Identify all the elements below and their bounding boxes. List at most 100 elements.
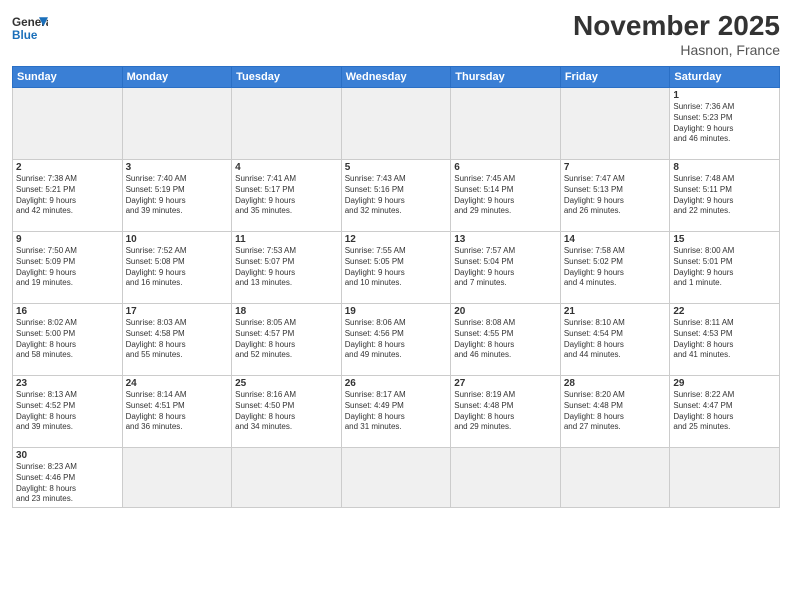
table-row: 2Sunrise: 7:38 AM Sunset: 5:21 PM Daylig… <box>13 160 123 232</box>
day-number: 24 <box>126 378 229 389</box>
day-number: 10 <box>126 234 229 245</box>
header: General Blue November 2025 Hasnon, Franc… <box>12 10 780 58</box>
table-row: 13Sunrise: 7:57 AM Sunset: 5:04 PM Dayli… <box>451 232 561 304</box>
day-number: 29 <box>673 378 776 389</box>
table-row: 12Sunrise: 7:55 AM Sunset: 5:05 PM Dayli… <box>341 232 451 304</box>
day-info: Sunrise: 8:10 AM Sunset: 4:54 PM Dayligh… <box>564 318 667 361</box>
table-row: 16Sunrise: 8:02 AM Sunset: 5:00 PM Dayli… <box>13 304 123 376</box>
calendar-header-row: Sunday Monday Tuesday Wednesday Thursday… <box>13 67 780 88</box>
day-number: 4 <box>235 162 338 173</box>
table-row <box>341 448 451 508</box>
day-info: Sunrise: 8:13 AM Sunset: 4:52 PM Dayligh… <box>16 390 119 433</box>
table-row <box>451 448 561 508</box>
location: Hasnon, France <box>573 42 780 58</box>
day-number: 15 <box>673 234 776 245</box>
day-info: Sunrise: 7:36 AM Sunset: 5:23 PM Dayligh… <box>673 102 776 145</box>
day-info: Sunrise: 8:03 AM Sunset: 4:58 PM Dayligh… <box>126 318 229 361</box>
day-number: 25 <box>235 378 338 389</box>
table-row <box>232 88 342 160</box>
day-number: 22 <box>673 306 776 317</box>
header-saturday: Saturday <box>670 67 780 88</box>
table-row: 7Sunrise: 7:47 AM Sunset: 5:13 PM Daylig… <box>560 160 670 232</box>
table-row: 24Sunrise: 8:14 AM Sunset: 4:51 PM Dayli… <box>122 376 232 448</box>
table-row: 8Sunrise: 7:48 AM Sunset: 5:11 PM Daylig… <box>670 160 780 232</box>
table-row: 3Sunrise: 7:40 AM Sunset: 5:19 PM Daylig… <box>122 160 232 232</box>
table-row: 11Sunrise: 7:53 AM Sunset: 5:07 PM Dayli… <box>232 232 342 304</box>
day-info: Sunrise: 7:50 AM Sunset: 5:09 PM Dayligh… <box>16 246 119 289</box>
calendar-table: Sunday Monday Tuesday Wednesday Thursday… <box>12 66 780 508</box>
day-info: Sunrise: 8:17 AM Sunset: 4:49 PM Dayligh… <box>345 390 448 433</box>
day-number: 5 <box>345 162 448 173</box>
calendar-week-row: 2Sunrise: 7:38 AM Sunset: 5:21 PM Daylig… <box>13 160 780 232</box>
day-info: Sunrise: 7:38 AM Sunset: 5:21 PM Dayligh… <box>16 174 119 217</box>
day-number: 8 <box>673 162 776 173</box>
header-sunday: Sunday <box>13 67 123 88</box>
table-row <box>13 88 123 160</box>
day-number: 3 <box>126 162 229 173</box>
header-thursday: Thursday <box>451 67 561 88</box>
table-row: 15Sunrise: 8:00 AM Sunset: 5:01 PM Dayli… <box>670 232 780 304</box>
day-info: Sunrise: 7:53 AM Sunset: 5:07 PM Dayligh… <box>235 246 338 289</box>
table-row: 27Sunrise: 8:19 AM Sunset: 4:48 PM Dayli… <box>451 376 561 448</box>
header-friday: Friday <box>560 67 670 88</box>
day-info: Sunrise: 7:48 AM Sunset: 5:11 PM Dayligh… <box>673 174 776 217</box>
title-block: November 2025 Hasnon, France <box>573 10 780 58</box>
table-row: 20Sunrise: 8:08 AM Sunset: 4:55 PM Dayli… <box>451 304 561 376</box>
day-number: 18 <box>235 306 338 317</box>
day-number: 6 <box>454 162 557 173</box>
day-number: 23 <box>16 378 119 389</box>
day-info: Sunrise: 7:47 AM Sunset: 5:13 PM Dayligh… <box>564 174 667 217</box>
day-number: 12 <box>345 234 448 245</box>
table-row <box>670 448 780 508</box>
day-number: 11 <box>235 234 338 245</box>
logo: General Blue <box>12 10 48 46</box>
day-info: Sunrise: 8:06 AM Sunset: 4:56 PM Dayligh… <box>345 318 448 361</box>
day-info: Sunrise: 8:14 AM Sunset: 4:51 PM Dayligh… <box>126 390 229 433</box>
day-info: Sunrise: 8:20 AM Sunset: 4:48 PM Dayligh… <box>564 390 667 433</box>
day-number: 21 <box>564 306 667 317</box>
day-number: 9 <box>16 234 119 245</box>
day-number: 16 <box>16 306 119 317</box>
day-number: 2 <box>16 162 119 173</box>
table-row: 22Sunrise: 8:11 AM Sunset: 4:53 PM Dayli… <box>670 304 780 376</box>
day-info: Sunrise: 7:45 AM Sunset: 5:14 PM Dayligh… <box>454 174 557 217</box>
table-row: 23Sunrise: 8:13 AM Sunset: 4:52 PM Dayli… <box>13 376 123 448</box>
header-wednesday: Wednesday <box>341 67 451 88</box>
table-row: 17Sunrise: 8:03 AM Sunset: 4:58 PM Dayli… <box>122 304 232 376</box>
day-info: Sunrise: 8:23 AM Sunset: 4:46 PM Dayligh… <box>16 462 119 505</box>
day-info: Sunrise: 8:05 AM Sunset: 4:57 PM Dayligh… <box>235 318 338 361</box>
day-number: 1 <box>673 90 776 101</box>
day-info: Sunrise: 8:16 AM Sunset: 4:50 PM Dayligh… <box>235 390 338 433</box>
header-monday: Monday <box>122 67 232 88</box>
table-row <box>122 88 232 160</box>
table-row: 30Sunrise: 8:23 AM Sunset: 4:46 PM Dayli… <box>13 448 123 508</box>
day-number: 19 <box>345 306 448 317</box>
day-info: Sunrise: 7:55 AM Sunset: 5:05 PM Dayligh… <box>345 246 448 289</box>
day-number: 14 <box>564 234 667 245</box>
logo-icon: General Blue <box>12 10 48 46</box>
table-row <box>122 448 232 508</box>
table-row <box>560 448 670 508</box>
table-row: 6Sunrise: 7:45 AM Sunset: 5:14 PM Daylig… <box>451 160 561 232</box>
table-row <box>232 448 342 508</box>
table-row: 21Sunrise: 8:10 AM Sunset: 4:54 PM Dayli… <box>560 304 670 376</box>
day-number: 30 <box>16 450 119 461</box>
calendar-week-row: 9Sunrise: 7:50 AM Sunset: 5:09 PM Daylig… <box>13 232 780 304</box>
calendar-week-row: 30Sunrise: 8:23 AM Sunset: 4:46 PM Dayli… <box>13 448 780 508</box>
day-number: 27 <box>454 378 557 389</box>
table-row: 1Sunrise: 7:36 AM Sunset: 5:23 PM Daylig… <box>670 88 780 160</box>
day-info: Sunrise: 7:43 AM Sunset: 5:16 PM Dayligh… <box>345 174 448 217</box>
day-info: Sunrise: 8:08 AM Sunset: 4:55 PM Dayligh… <box>454 318 557 361</box>
table-row <box>560 88 670 160</box>
day-info: Sunrise: 7:57 AM Sunset: 5:04 PM Dayligh… <box>454 246 557 289</box>
table-row: 29Sunrise: 8:22 AM Sunset: 4:47 PM Dayli… <box>670 376 780 448</box>
table-row: 19Sunrise: 8:06 AM Sunset: 4:56 PM Dayli… <box>341 304 451 376</box>
calendar-week-row: 16Sunrise: 8:02 AM Sunset: 5:00 PM Dayli… <box>13 304 780 376</box>
table-row <box>341 88 451 160</box>
day-info: Sunrise: 7:41 AM Sunset: 5:17 PM Dayligh… <box>235 174 338 217</box>
header-tuesday: Tuesday <box>232 67 342 88</box>
calendar-week-row: 1Sunrise: 7:36 AM Sunset: 5:23 PM Daylig… <box>13 88 780 160</box>
day-info: Sunrise: 8:00 AM Sunset: 5:01 PM Dayligh… <box>673 246 776 289</box>
day-info: Sunrise: 7:58 AM Sunset: 5:02 PM Dayligh… <box>564 246 667 289</box>
table-row: 5Sunrise: 7:43 AM Sunset: 5:16 PM Daylig… <box>341 160 451 232</box>
